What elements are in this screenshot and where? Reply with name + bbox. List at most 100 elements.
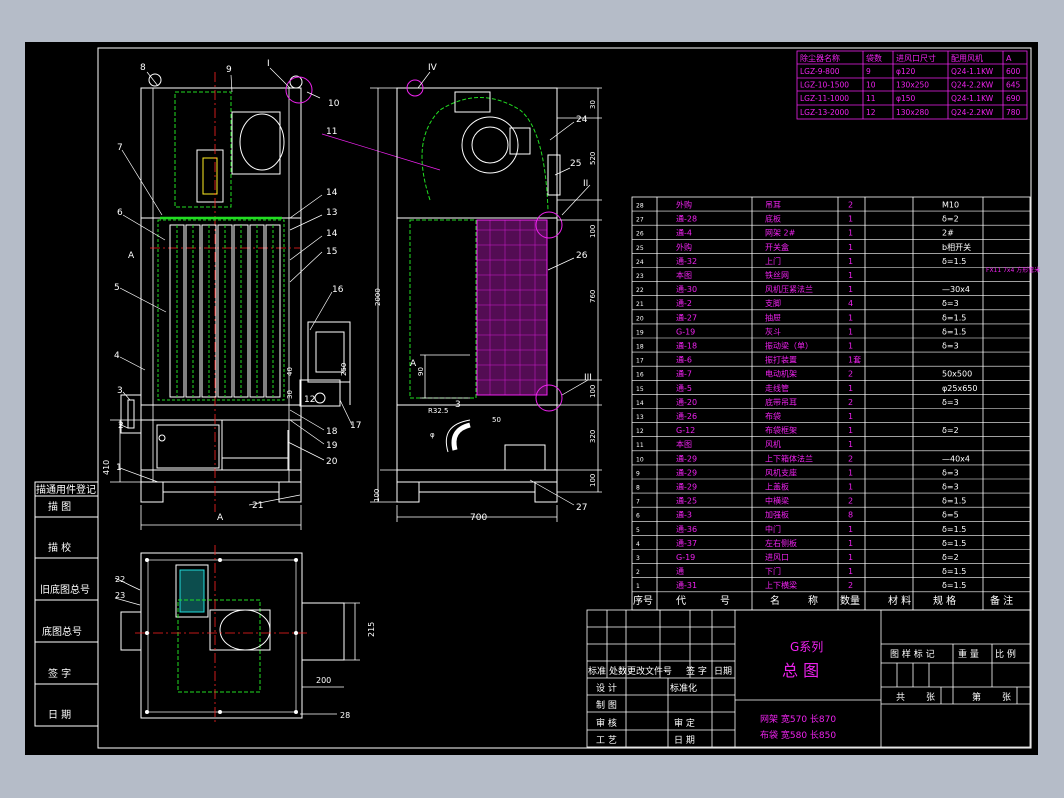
front-label: 10: [328, 99, 340, 109]
dim-50: 50: [492, 416, 501, 424]
bom-cell: G-19: [676, 327, 695, 336]
drawing-sheet: [25, 42, 1038, 755]
plan-dim-215: 215: [367, 622, 376, 637]
front-label: 14: [326, 229, 338, 239]
bom-cell: 13: [636, 414, 644, 421]
bom-cell: 通-30: [676, 284, 697, 294]
bom-cell: 通-31: [676, 580, 697, 590]
strip-old-no: 旧底图总号: [40, 583, 90, 596]
dim-width-a: A: [217, 513, 224, 523]
bom-cell: 1: [848, 313, 853, 322]
spec-cell: 600: [1006, 67, 1021, 76]
bom-cell: 布袋框架: [765, 425, 797, 435]
dim-2000: 2000: [374, 288, 382, 306]
bom-cell: 6: [636, 513, 640, 520]
bom-cell: δ=1.5: [942, 539, 966, 548]
bom-cell: 28: [636, 203, 644, 210]
spec-cell: 690: [1006, 94, 1021, 103]
front-label: 3: [117, 386, 123, 396]
spec-header: 袋数: [866, 53, 882, 63]
spec-line-1: 网架 宽570 长870: [760, 713, 836, 725]
bom-cell: 1: [848, 342, 853, 351]
spec-cell: LGZ-10-1500: [800, 81, 849, 90]
bom-cell: 外购: [676, 242, 692, 252]
dim-30: 30: [286, 390, 294, 399]
dim-v100: 100: [589, 225, 597, 238]
bom-cell: 2: [848, 201, 853, 210]
hdr-scale: 比 例: [995, 648, 1016, 660]
front-label: 6: [117, 208, 123, 218]
bom-cell: 走线管: [765, 383, 789, 393]
side-label: II: [583, 179, 588, 189]
bom-cell: 吊耳: [765, 201, 781, 210]
bom-header: 规 格: [933, 594, 956, 607]
dim-v320: 320: [589, 430, 597, 443]
spec-cell: 12: [866, 108, 876, 117]
bom-cell: 12: [636, 428, 644, 435]
dim-v520: 520: [589, 152, 597, 165]
bom-cell: 20: [636, 315, 644, 322]
bom-cell: δ=1.5: [942, 581, 966, 590]
bom-cell: 4: [848, 299, 853, 308]
bom-side-note: FX11 7x4 方形管米: [986, 266, 1040, 274]
bom-cell: 8: [636, 485, 640, 492]
spec-cell: Q24-2.2KW: [951, 108, 994, 117]
sheet-total-unit: 张: [926, 692, 935, 703]
rev-header-count: 处数: [609, 665, 627, 677]
bom-cell: 灰斗: [765, 326, 781, 336]
sheet-total: 共: [896, 692, 905, 703]
bom-cell: 电动机架: [765, 369, 797, 379]
bom-cell: 1: [848, 553, 853, 562]
bom-cell: 下门: [765, 566, 781, 576]
spec-cell: φ120: [896, 67, 915, 76]
front-label: 12: [304, 395, 315, 405]
role-standard: 标准化: [670, 682, 697, 694]
bom-cell: δ=2: [942, 215, 959, 224]
bom-cell: —30x4: [942, 285, 970, 294]
bom-cell: 23: [636, 273, 644, 280]
bom-cell: 通-32: [676, 256, 697, 266]
bom-cell: 15: [636, 386, 644, 393]
spec-cell: 10: [866, 81, 876, 90]
bom-cell: 通-25: [676, 496, 697, 506]
bom-cell: δ=1.5: [942, 567, 966, 576]
bom-cell: δ=1.5: [942, 327, 966, 336]
bom-cell: 21: [636, 301, 644, 308]
bom-cell: δ=5: [942, 511, 959, 520]
front-label: 9: [226, 65, 232, 75]
bom-cell: 26: [636, 231, 644, 238]
bom-cell: 中横梁: [765, 496, 789, 506]
bom-cell: 加强板: [765, 510, 789, 520]
side-label: 3: [455, 400, 461, 410]
bom-cell: 9: [636, 470, 640, 477]
side-label: A: [410, 359, 417, 369]
front-label: 16: [332, 285, 344, 295]
plan-label-28: 28: [340, 711, 350, 720]
bom-cell: δ=3: [942, 299, 959, 308]
front-label: 17: [350, 421, 361, 431]
bom-cell: 24: [636, 259, 644, 266]
spec-cell: LGZ-9-800: [800, 67, 840, 76]
bom-cell: 2: [848, 370, 853, 379]
spec-cell: 130x250: [896, 81, 929, 90]
bom-cell: 通-3: [676, 510, 692, 520]
dim-90: 90: [417, 367, 425, 376]
bom-cell: 2: [848, 454, 853, 463]
bom-cell: 风机支座: [765, 467, 797, 477]
strip-base-no: 底图总号: [42, 625, 82, 638]
bom-header: 材 料: [888, 594, 911, 607]
bom-header: 代: [676, 595, 686, 607]
bom-cell: 1: [848, 539, 853, 548]
bom-cell: 通-27: [676, 312, 697, 322]
front-label: 5: [114, 283, 120, 293]
bom-cell: 2: [636, 569, 640, 576]
bom-cell: 1: [848, 440, 853, 449]
spec-cell: 11: [866, 94, 876, 103]
side-label: 26: [576, 251, 588, 261]
side-label: 25: [570, 159, 581, 169]
dim-v30: 30: [589, 100, 597, 109]
role-approve: 审 定: [674, 717, 695, 729]
bom-cell: 1: [848, 257, 853, 266]
dim-100: 100: [373, 489, 381, 502]
strip-register: 描通用件登记: [36, 483, 96, 496]
